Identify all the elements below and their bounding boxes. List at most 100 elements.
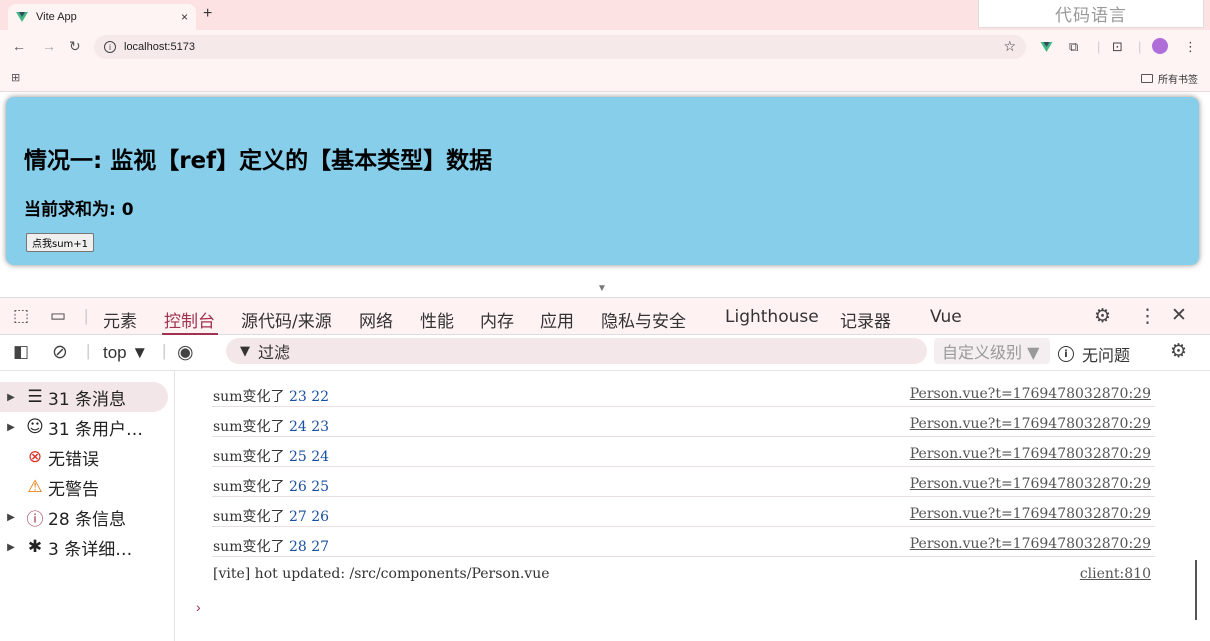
log-message: [vite] hot updated: /src/components/Pers…	[213, 566, 550, 582]
log-source-link[interactable]: client:810	[1080, 566, 1151, 582]
site-info-icon[interactable]: i	[104, 41, 116, 53]
bookmark-star-icon[interactable]: ☆	[1003, 38, 1016, 55]
profile-avatar[interactable]	[1152, 38, 1168, 54]
sidebar-item-user-messages[interactable]: ▶ ☺ 31 条用户…	[0, 412, 168, 442]
bookmarks-bar: ⊞ 所有书签	[0, 64, 1210, 92]
inspect-element-icon[interactable]: ⬚	[13, 306, 29, 326]
address-bar[interactable]: i localhost:5173 ☆	[94, 35, 1026, 59]
person-component: 情况一: 监视【ref】定义的【基本类型】数据 当前求和为: 0 点我sum+1	[6, 97, 1199, 265]
expand-arrow-icon[interactable]: ▶	[0, 392, 22, 403]
console-message-row: sum变化了 25 24 Person.vue?t=1769478032870:…	[212, 437, 1155, 467]
issues-button[interactable]: i 无问题	[1058, 342, 1130, 366]
tab-memory[interactable]: 内存	[480, 307, 514, 332]
list-icon: ☰	[27, 387, 43, 407]
tab-performance[interactable]: 性能	[420, 307, 454, 332]
toolbar-divider: |	[84, 306, 89, 325]
console-settings-gear-icon[interactable]: ⚙	[1170, 340, 1187, 363]
live-expression-eye-icon[interactable]: ◉	[177, 341, 194, 364]
vue-logo-icon	[16, 12, 28, 22]
tab-console[interactable]: 控制台	[164, 307, 215, 332]
sidebar-item-info[interactable]: ▶ ⓘ 28 条信息	[0, 502, 168, 532]
ime-candidate-box: 代码语言	[978, 0, 1204, 28]
folder-icon	[1141, 74, 1153, 83]
toolbar-divider: |	[1138, 39, 1142, 54]
warning-icon: ⚠	[27, 477, 43, 497]
page-viewport: 情况一: 监视【ref】定义的【基本类型】数据 当前求和为: 0 点我sum+1	[0, 92, 1210, 288]
context-selector[interactable]: top ▼	[103, 343, 148, 363]
sidebar-item-verbose[interactable]: ▶ ✱ 3 条详细…	[0, 532, 168, 562]
reload-icon[interactable]: ↻	[69, 38, 81, 55]
log-message: sum变化了 25 24	[213, 449, 330, 465]
increment-sum-button[interactable]: 点我sum+1	[26, 233, 95, 252]
console-message-row: sum变化了 28 27 Person.vue?t=1769478032870:…	[212, 527, 1155, 557]
log-source-link[interactable]: Person.vue?t=1769478032870:29	[910, 386, 1151, 402]
more-options-icon[interactable]: ⋮	[1138, 305, 1157, 328]
device-toolbar-icon[interactable]: ▭	[50, 306, 66, 326]
console-message-row: sum变化了 27 26 Person.vue?t=1769478032870:…	[212, 497, 1155, 527]
log-message: sum变化了 23 22	[213, 389, 330, 405]
log-source-link[interactable]: Person.vue?t=1769478032870:29	[910, 536, 1151, 552]
console-sidebar: ▶ ☰ 31 条消息 ▶ ☺ 31 条用户… ⊗ 无错误 ⚠ 无警告 ▶ ⓘ 2…	[0, 371, 175, 641]
tab-recorder[interactable]: 记录器	[840, 307, 891, 332]
forward-icon[interactable]: →	[42, 38, 56, 54]
tab-title: Vite App	[36, 11, 77, 23]
url-text: localhost:5173	[124, 41, 195, 53]
log-message: sum变化了 28 27	[213, 539, 330, 555]
log-message: sum变化了 27 26	[213, 509, 330, 525]
sidebar-item-label: 无警告	[48, 479, 99, 500]
console-output: sum变化了 23 22 Person.vue?t=1769478032870:…	[175, 375, 1210, 641]
expand-arrow-icon[interactable]: ▶	[0, 512, 22, 523]
sidebar-item-messages[interactable]: ▶ ☰ 31 条消息	[0, 382, 168, 412]
log-source-link[interactable]: Person.vue?t=1769478032870:29	[910, 506, 1151, 522]
drawer-toggle-icon[interactable]: ▼	[597, 283, 607, 294]
log-source-link[interactable]: Person.vue?t=1769478032870:29	[910, 476, 1151, 492]
user-icon: ☺	[26, 417, 44, 437]
browser-tab[interactable]: Vite App ×	[8, 4, 196, 30]
tab-network[interactable]: 网络	[359, 307, 393, 332]
vue-devtools-extension-icon[interactable]	[1040, 41, 1053, 53]
console-message-row: sum变化了 24 23 Person.vue?t=1769478032870:…	[212, 407, 1155, 437]
sidebar-item-errors[interactable]: ⊗ 无错误	[0, 442, 168, 472]
extensions-puzzle-icon[interactable]: ⧉	[1069, 39, 1078, 55]
log-source-link[interactable]: Person.vue?t=1769478032870:29	[910, 416, 1151, 432]
expand-arrow-icon[interactable]: ▶	[0, 542, 22, 553]
log-source-link[interactable]: Person.vue?t=1769478032870:29	[910, 446, 1151, 462]
close-devtools-icon[interactable]: ✕	[1171, 304, 1187, 327]
log-level-select[interactable]: 自定义级别 ▼	[934, 338, 1050, 364]
console-prompt-icon[interactable]: ›	[196, 599, 201, 615]
console-scrollbar[interactable]	[1195, 560, 1197, 620]
error-icon: ⊗	[27, 447, 43, 467]
bug-icon: ✱	[27, 537, 43, 557]
clear-console-icon[interactable]: ⊘	[52, 341, 68, 364]
tab-vue[interactable]: Vue	[930, 307, 962, 327]
tab-privacy-security[interactable]: 隐私与安全	[601, 307, 686, 332]
browser-tab-bar: Vite App × + 代码语言	[0, 0, 1210, 30]
tab-search-icon[interactable]: ⊡	[1112, 39, 1123, 55]
settings-gear-icon[interactable]: ⚙	[1094, 305, 1111, 328]
devtools-tab-bar: ⬚ ▭ | 元素 控制台 源代码/来源 网络 性能 内存 应用 隐私与安全 Li…	[0, 297, 1210, 336]
toolbar-divider: |	[86, 341, 91, 360]
info-icon: ⓘ	[26, 509, 44, 530]
tab-elements[interactable]: 元素	[103, 307, 137, 332]
filter-funnel-icon: ▼	[240, 343, 250, 359]
console-toolbar: ◧ ⊘ | top ▼ | ◉ ▼ 过滤 自定义级别 ▼ i 无问题 ⚙	[0, 335, 1210, 371]
back-icon[interactable]: ←	[12, 38, 26, 54]
toolbar-divider: |	[1097, 39, 1101, 54]
console-filter-input[interactable]: ▼ 过滤	[226, 338, 927, 364]
console-message-row: sum变化了 23 22 Person.vue?t=1769478032870:…	[212, 377, 1155, 407]
close-tab-icon[interactable]: ×	[181, 10, 188, 24]
sidebar-item-warnings[interactable]: ⚠ 无警告	[0, 472, 168, 502]
browser-menu-icon[interactable]: ⋮	[1184, 39, 1197, 55]
console-message-row: sum变化了 26 25 Person.vue?t=1769478032870:…	[212, 467, 1155, 497]
apps-grid-icon[interactable]: ⊞	[11, 71, 20, 84]
tab-application[interactable]: 应用	[540, 307, 574, 332]
log-message: sum变化了 24 23	[213, 419, 330, 435]
new-tab-button[interactable]: +	[203, 5, 212, 23]
issues-label: 无问题	[1082, 346, 1131, 365]
expand-arrow-icon[interactable]: ▶	[0, 422, 22, 433]
tab-sources[interactable]: 源代码/来源	[241, 307, 332, 332]
sidebar-item-label: 3 条详细…	[48, 539, 133, 560]
tab-lighthouse[interactable]: Lighthouse	[725, 307, 819, 327]
all-bookmarks-button[interactable]: 所有书签	[1141, 71, 1198, 86]
sidebar-toggle-icon[interactable]: ◧	[13, 342, 29, 362]
